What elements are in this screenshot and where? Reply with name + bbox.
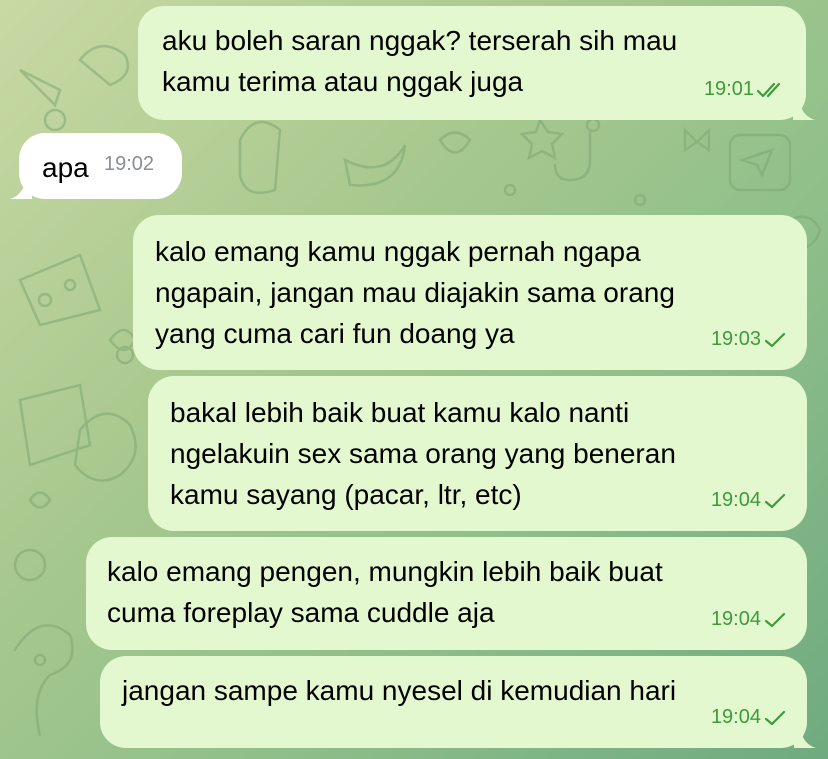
message-time: 19:04 bbox=[710, 608, 761, 630]
message-text: ngelakuin sex sama orang yang beneran bbox=[170, 438, 676, 469]
message-text: cuma foreplay sama cuddle aja bbox=[107, 597, 495, 628]
message-time: 19:02 bbox=[104, 153, 155, 175]
message-meta: 19:04 bbox=[711, 697, 787, 738]
message-text: kalo emang pengen, mungkin lebih baik bu… bbox=[107, 556, 663, 587]
message-bubble-outgoing[interactable]: jangan sampe kamu nyesel di kemudian har… bbox=[100, 656, 816, 748]
message-meta: 19:03 bbox=[711, 319, 787, 360]
double-check-icon bbox=[756, 82, 781, 97]
message-bubble-outgoing[interactable]: kalo emang kamu nggak pernah ngapa ngapa… bbox=[133, 215, 807, 370]
chat-screen: { "chat": { "messages": [ {"text_lines":… bbox=[0, 0, 828, 759]
message-bubble-outgoing[interactable]: kalo emang pengen, mungkin lebih baik bu… bbox=[86, 537, 807, 650]
bubble-tail bbox=[793, 98, 815, 120]
message-bubble-incoming[interactable]: apa 19:02 bbox=[10, 133, 182, 199]
message-bubble-outgoing[interactable]: aku boleh saran nggak? terserah sih mau … bbox=[138, 6, 815, 120]
bubble-tail bbox=[10, 177, 32, 199]
message-text: yang cuma cari fun doang ya bbox=[155, 318, 515, 349]
message-time: 19:01 bbox=[703, 78, 754, 100]
message-meta: 19:04 bbox=[711, 480, 787, 521]
bubble-tail bbox=[794, 726, 816, 748]
message-text: bakal lebih baik buat kamu kalo nanti bbox=[170, 397, 630, 428]
message-meta: 19:01 bbox=[704, 69, 786, 110]
message-time: 19:04 bbox=[710, 489, 761, 511]
check-icon bbox=[764, 332, 786, 347]
message-text: kalo emang kamu nggak pernah ngapa bbox=[155, 236, 641, 267]
check-icon bbox=[764, 710, 786, 725]
message-bubble-outgoing[interactable]: bakal lebih baik buat kamu kalo nanti ng… bbox=[148, 376, 807, 531]
message-text: kamu sayang (pacar, ltr, etc) bbox=[170, 479, 522, 510]
message-meta: 19:04 bbox=[711, 599, 787, 640]
message-text: ngapain, jangan mau diajakin sama orang bbox=[155, 277, 675, 308]
check-icon bbox=[764, 493, 786, 508]
message-time: 19:03 bbox=[710, 328, 761, 350]
message-text: kamu terima atau nggak juga bbox=[162, 66, 524, 97]
message-text: aku boleh saran nggak? terserah sih mau bbox=[162, 25, 678, 56]
message-time: 19:04 bbox=[710, 706, 761, 728]
check-icon bbox=[764, 612, 786, 627]
message-text: jangan sampe kamu nyesel di kemudian har… bbox=[122, 675, 677, 706]
